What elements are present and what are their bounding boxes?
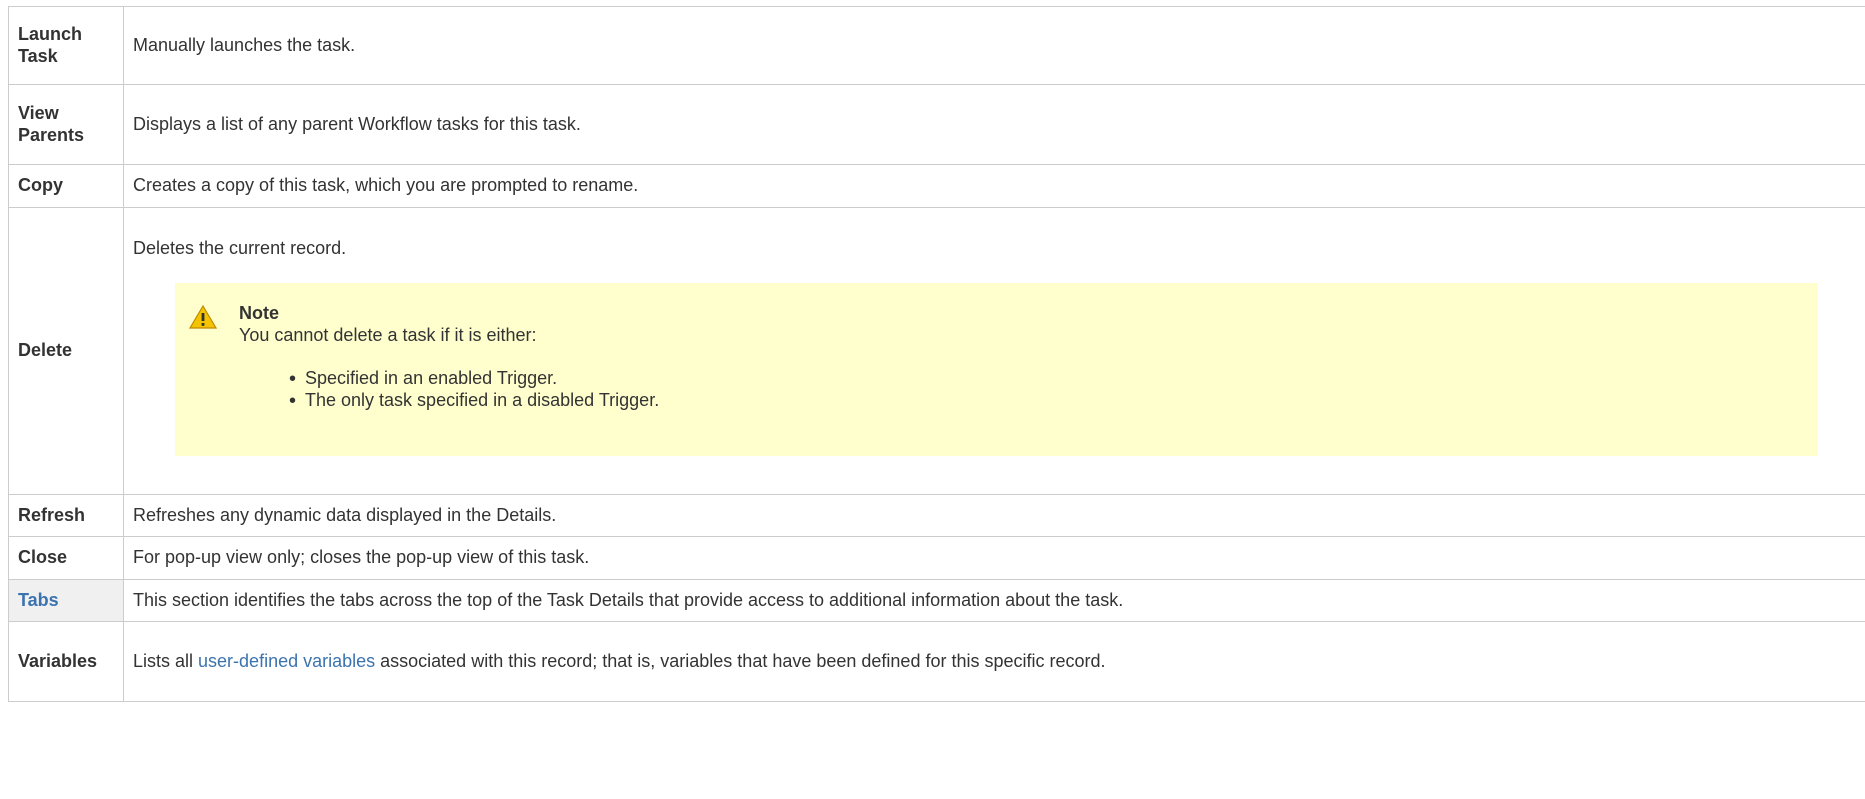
row-label-delete: Delete xyxy=(9,207,124,494)
row-label-view-parents: View Parents xyxy=(9,85,124,165)
table-row: Tabs This section identifies the tabs ac… xyxy=(9,579,1865,622)
table-row: Variables Lists all user-defined variabl… xyxy=(9,622,1865,702)
row-desc-tabs: This section identifies the tabs across … xyxy=(124,579,1865,622)
note-title: Note xyxy=(239,303,537,325)
table-row: Delete Deletes the current record. Note … xyxy=(9,207,1865,494)
row-label-close: Close xyxy=(9,537,124,580)
row-label-variables: Variables xyxy=(9,622,124,702)
note-text: You cannot delete a task if it is either… xyxy=(239,325,537,347)
table-row: Copy Creates a copy of this task, which … xyxy=(9,165,1865,208)
row-label-tabs: Tabs xyxy=(9,579,124,622)
list-item: Specified in an enabled Trigger. xyxy=(305,368,1802,390)
table-row: Close For pop-up view only; closes the p… xyxy=(9,537,1865,580)
label-line: Task xyxy=(18,46,58,66)
table-row: View Parents Displays a list of any pare… xyxy=(9,85,1865,165)
note-box: Note You cannot delete a task if it is e… xyxy=(175,283,1818,455)
delete-desc-text: Deletes the current record. xyxy=(133,238,1862,260)
list-item: The only task specified in a disabled Tr… xyxy=(305,390,1802,412)
row-label-copy: Copy xyxy=(9,165,124,208)
row-desc-variables: Lists all user-defined variables associa… xyxy=(124,622,1865,702)
row-label-launch-task: Launch Task xyxy=(9,7,124,85)
row-desc-launch-task: Manually launches the task. xyxy=(124,7,1865,85)
label-line: View xyxy=(18,103,59,123)
row-desc-delete: Deletes the current record. Note You can… xyxy=(124,207,1865,494)
desc-text: Lists all xyxy=(133,651,198,671)
row-desc-refresh: Refreshes any dynamic data displayed in … xyxy=(124,494,1865,537)
row-desc-view-parents: Displays a list of any parent Workflow t… xyxy=(124,85,1865,165)
desc-text: associated with this record; that is, va… xyxy=(375,651,1105,671)
label-line: Parents xyxy=(18,125,84,145)
label-line: Launch xyxy=(18,24,82,44)
details-table: Launch Task Manually launches the task. … xyxy=(8,6,1865,702)
row-desc-copy: Creates a copy of this task, which you a… xyxy=(124,165,1865,208)
user-defined-variables-link[interactable]: user-defined variables xyxy=(198,651,375,671)
warning-icon xyxy=(189,305,217,329)
table-row: Launch Task Manually launches the task. xyxy=(9,7,1865,85)
table-row: Refresh Refreshes any dynamic data displ… xyxy=(9,494,1865,537)
row-label-refresh: Refresh xyxy=(9,494,124,537)
row-desc-close: For pop-up view only; closes the pop-up … xyxy=(124,537,1865,580)
note-list: Specified in an enabled Trigger. The onl… xyxy=(189,368,1802,411)
